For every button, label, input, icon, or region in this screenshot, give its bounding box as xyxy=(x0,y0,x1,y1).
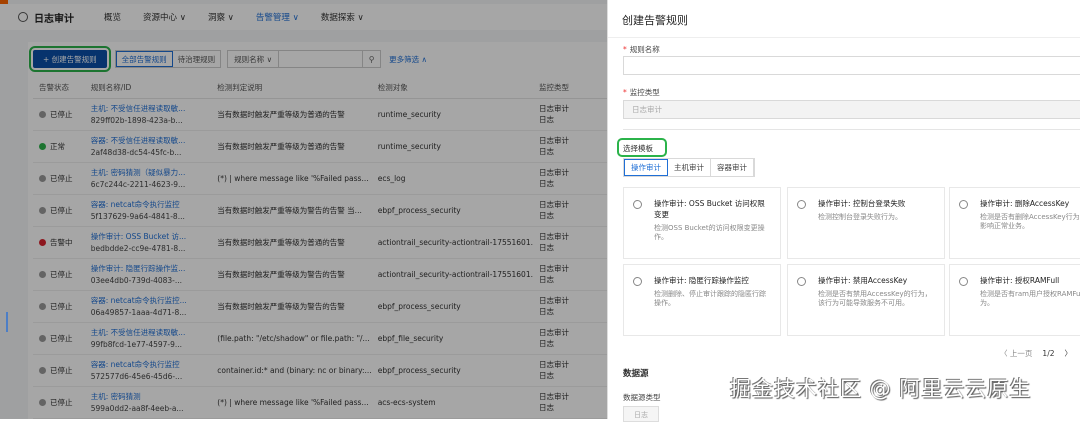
rule-name-input[interactable] xyxy=(623,56,1080,75)
radio-button[interactable] xyxy=(633,200,642,209)
template-card[interactable]: 操作审计: 授权RAMFull 检测是否有ram用户授权RAMFull为。 xyxy=(949,264,1080,336)
divider xyxy=(623,129,1080,130)
drawer-title: 创建告警规则 xyxy=(622,14,688,27)
alert-rules-page: 日志审计 概览 资源中心 ∨ 洞察 ∨ 告警管理 ∨ 数据探索 ∨ + 创建告警规则 全… xyxy=(0,0,607,419)
monitor-type-input: 日志审计 xyxy=(623,100,1080,119)
prev-page-button[interactable]: 〈 上一页 xyxy=(1000,349,1032,358)
radio-button[interactable] xyxy=(633,277,642,286)
template-description: 检测是否有禁用AccessKey的行为，该行为可能导致服务不可用。 xyxy=(818,290,932,308)
pagination: 〈 上一页 1/2 〉 xyxy=(1000,348,1072,359)
radio-button[interactable] xyxy=(797,277,806,286)
template-tab[interactable]: 主机审计 xyxy=(668,159,711,176)
divider xyxy=(608,37,1080,38)
template-card[interactable]: 操作审计: 禁用AccessKey 检测是否有禁用AccessKey的行为，该行为… xyxy=(787,264,945,336)
label-text: 监控类型 xyxy=(629,88,660,97)
radio-button[interactable] xyxy=(959,277,968,286)
create-alert-rule-drawer: 创建告警规则 * 规则名称 * 监控类型 日志审计 选择模板 操作审计 主机审计 容器审… xyxy=(607,0,1080,422)
page-indicator: 1/2 xyxy=(1042,349,1055,358)
template-card[interactable]: 操作审计: 隐匿行踪操作监控检测删除、停止审计跟踪的隐匿行踪操作。 xyxy=(623,264,781,336)
select-template-label: 选择模板 xyxy=(617,138,667,157)
template-title: 操作审计: 控制台登录失败 xyxy=(818,199,906,208)
template-card[interactable]: 操作审计: 控制台登录失败 检测控制台登录失败行为。 xyxy=(787,187,945,259)
label-text: 规则名称 xyxy=(629,45,660,54)
template-description: 检测OSS Bucket的访问权限变更操作。 xyxy=(654,224,765,242)
watermark: 掘金技术社区 @ 阿里云云原生 xyxy=(730,377,1032,401)
next-page-button[interactable]: 〉 xyxy=(1065,349,1073,358)
modal-mask[interactable] xyxy=(0,0,607,419)
datasource-section-title: 数据源 xyxy=(623,369,649,379)
rule-name-label: * 规则名称 xyxy=(623,45,660,54)
monitor-type-label: * 监控类型 xyxy=(623,88,660,97)
template-tabs: 操作审计 主机审计 容器审计 xyxy=(623,158,755,177)
template-title: 操作审计: 禁用AccessKey xyxy=(818,276,908,285)
template-description: 检测删除、停止审计跟踪的隐匿行踪操作。 xyxy=(654,290,766,308)
datasource-type-label: 数据源类型 xyxy=(623,393,661,402)
radio-button[interactable] xyxy=(959,200,968,209)
template-title: 操作审计: OSS Bucket 访问权限变更 xyxy=(654,199,765,219)
template-description: 检测是否有删除AccessKey行为，免影响正常业务。 xyxy=(980,213,1080,231)
scroll-indicator xyxy=(6,312,8,332)
template-title: 操作审计: 授权RAMFull xyxy=(980,276,1060,285)
template-title: 操作审计: 隐匿行踪操作监控 xyxy=(654,276,749,285)
datasource-type-option: 日志 xyxy=(623,406,659,422)
template-description: 检测是否有ram用户授权RAMFull为。 xyxy=(980,290,1080,308)
template-card[interactable]: 操作审计: OSS Bucket 访问权限变更 检测OSS Bucket的访问权限… xyxy=(623,187,781,259)
template-tab[interactable]: 操作审计 xyxy=(624,159,668,176)
template-title: 操作审计: 删除AccessKey xyxy=(980,199,1070,208)
template-card[interactable]: 操作审计: 删除AccessKey 检测是否有删除AccessKey行为，免影响正… xyxy=(949,187,1080,259)
radio-button[interactable] xyxy=(797,200,806,209)
template-description: 检测控制台登录失败行为。 xyxy=(818,213,902,221)
template-tab[interactable]: 容器审计 xyxy=(711,159,754,176)
